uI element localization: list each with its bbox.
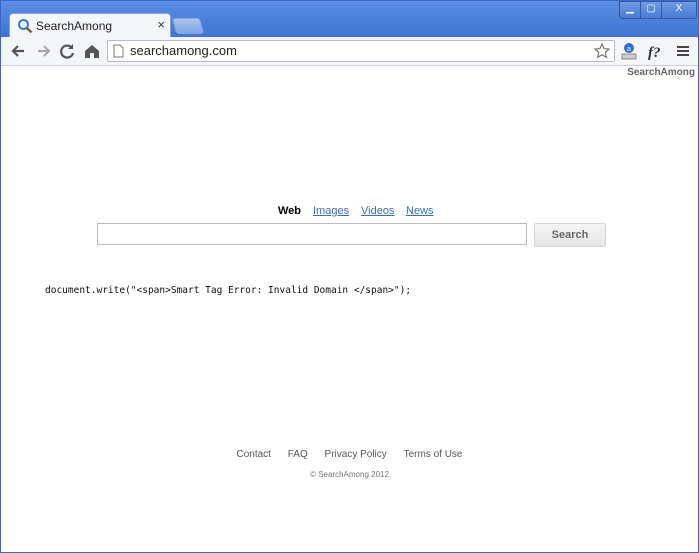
tab-close-icon[interactable]: ×: [157, 17, 165, 32]
brand-label: SearchAmong: [627, 67, 695, 78]
minimize-button[interactable]: ▁: [619, 1, 641, 19]
search-input[interactable]: [97, 223, 527, 245]
extension-icon[interactable]: a: [618, 40, 640, 62]
smart-tag-error-text: document.write("<span>Smart Tag Error: I…: [45, 285, 412, 296]
copyright-text: © SearchAmong 2012: [310, 470, 389, 479]
footer-link-terms[interactable]: Terms of Use: [404, 449, 463, 460]
svg-text:a: a: [627, 46, 631, 53]
tab-news[interactable]: News: [406, 205, 434, 217]
tab-searchamong[interactable]: SearchAmong ×: [9, 13, 171, 38]
footer-links: Contact FAQ Privacy Policy Terms of Use: [1, 449, 698, 460]
back-arrow-icon[interactable]: [8, 40, 30, 62]
address-bar[interactable]: searchamong.com: [107, 40, 615, 62]
page-content: SearchAmong Web Images Videos News Searc…: [1, 66, 698, 552]
reload-icon[interactable]: [56, 40, 78, 62]
search-button[interactable]: Search: [534, 223, 606, 247]
star-icon[interactable]: [593, 42, 611, 60]
browser-window: SearchAmong × ▁ ▢ X searchamong.com a f?…: [0, 0, 699, 553]
svg-text:f?: f?: [648, 45, 661, 61]
close-window-button[interactable]: X: [661, 1, 697, 19]
footer-link-privacy[interactable]: Privacy Policy: [325, 449, 387, 460]
maximize-button[interactable]: ▢: [640, 1, 662, 19]
tab-web[interactable]: Web: [278, 205, 301, 217]
home-icon[interactable]: [81, 40, 103, 62]
page-icon: [113, 44, 124, 58]
menu-icon[interactable]: [672, 40, 694, 62]
title-bar: SearchAmong × ▁ ▢ X: [1, 1, 698, 38]
footer-link-faq[interactable]: FAQ: [288, 449, 308, 460]
tab-title: SearchAmong: [36, 19, 113, 33]
new-tab-button[interactable]: [171, 18, 205, 34]
function-icon[interactable]: f?: [646, 40, 668, 62]
footer-link-contact[interactable]: Contact: [237, 449, 271, 460]
forward-arrow-icon[interactable]: [32, 40, 54, 62]
tab-videos[interactable]: Videos: [361, 205, 394, 217]
magnifier-icon: [18, 19, 33, 34]
browser-toolbar: searchamong.com a f?: [1, 37, 698, 66]
tab-images[interactable]: Images: [313, 205, 349, 217]
url-text[interactable]: searchamong.com: [130, 43, 237, 58]
